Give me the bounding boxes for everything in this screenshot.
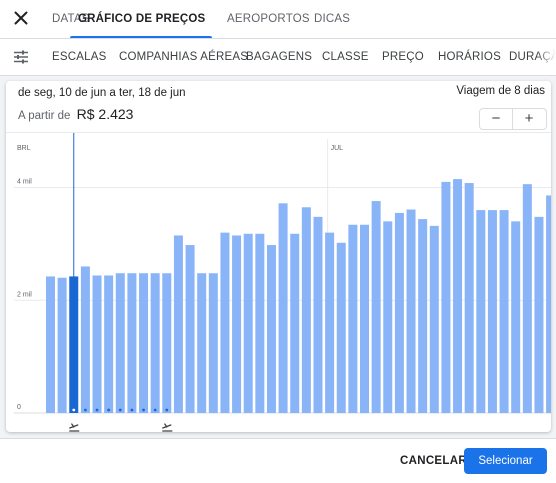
trip-day-dot — [130, 408, 134, 412]
price-bar[interactable] — [46, 276, 55, 413]
filter-bags[interactable]: BAGAGENS — [246, 39, 312, 75]
close-icon[interactable] — [12, 9, 30, 27]
price-bar-chart[interactable]: 4 mil 2 mil 0 BRL JUL — [6, 133, 551, 432]
price-bar[interactable] — [522, 184, 532, 413]
price-bar[interactable] — [360, 224, 370, 413]
price-bar[interactable] — [371, 201, 381, 413]
trip-day-dot — [107, 408, 111, 412]
price-bar[interactable] — [534, 216, 544, 413]
price-bar[interactable] — [127, 273, 137, 413]
price-bar[interactable] — [487, 210, 497, 413]
departure-flight-icon — [69, 423, 80, 432]
decrease-days-button[interactable]: − — [480, 109, 512, 129]
price-bar[interactable] — [441, 181, 451, 413]
trip-day-dot — [72, 408, 76, 412]
price-bar[interactable] — [173, 235, 183, 413]
trip-day-dot — [83, 408, 87, 412]
trip-day-dot — [153, 408, 157, 412]
y-tick-label: 2 mil — [17, 291, 32, 298]
tab-tips[interactable]: DICAS — [314, 0, 350, 38]
trip-length-stepper: − + — [479, 108, 547, 130]
y-tick-label: 0 — [17, 404, 21, 411]
price-bar[interactable] — [162, 273, 172, 413]
price-bar[interactable] — [511, 221, 521, 413]
price-bar[interactable] — [139, 273, 149, 413]
month-label: JUL — [331, 145, 344, 152]
price-bar[interactable] — [197, 273, 207, 413]
price-summary: A partir de R$ 2.423 — [18, 106, 133, 122]
price-bar[interactable] — [243, 233, 253, 413]
trip-day-dot — [95, 408, 99, 412]
price-bar[interactable] — [313, 216, 323, 413]
price-bar[interactable] — [453, 179, 463, 413]
filter-price[interactable]: PREÇO — [382, 39, 424, 75]
from-label: A partir de — [18, 110, 71, 122]
trip-day-dot — [142, 408, 145, 412]
price-bar[interactable] — [290, 233, 300, 413]
tab-airports[interactable]: AEROPORTOS — [227, 0, 310, 38]
currency-label: BRL — [17, 145, 31, 152]
price-bar[interactable] — [429, 225, 439, 413]
increase-days-button[interactable]: + — [513, 109, 545, 129]
price-bar[interactable] — [104, 275, 114, 413]
scroll-fade — [536, 39, 556, 75]
select-button[interactable]: Selecionar — [464, 448, 547, 474]
price-bar[interactable] — [476, 210, 486, 413]
price-graph-card: de seg, 10 de jun a ter, 18 de jun A par… — [6, 81, 551, 432]
price-bar[interactable] — [255, 233, 265, 413]
price-bar[interactable] — [348, 224, 358, 413]
tab-price-graph[interactable]: GRÁFICO DE PREÇOS — [78, 0, 205, 38]
cancel-button[interactable]: CANCELAR — [400, 455, 467, 467]
price-bar[interactable] — [92, 275, 102, 413]
price-bar[interactable] — [220, 232, 230, 413]
price-bar[interactable] — [185, 245, 195, 413]
trip-day-dot — [118, 408, 122, 412]
price-bar[interactable] — [418, 219, 428, 413]
price-bar[interactable] — [278, 203, 288, 413]
price-bar[interactable] — [301, 207, 311, 413]
y-tick-label: 4 mil — [17, 179, 32, 186]
filter-bar: ESCALAS COMPANHIAS AÉREAS BAGAGENS CLASS… — [0, 39, 556, 75]
price-bar[interactable] — [546, 195, 551, 413]
trip-length: Viagem de 8 dias — [456, 85, 545, 97]
price-bar[interactable] — [499, 210, 509, 413]
price-bar[interactable] — [406, 209, 416, 413]
price-bar[interactable] — [57, 277, 67, 413]
filter-airlines[interactable]: COMPANHIAS AÉREAS — [119, 39, 248, 75]
price-bar[interactable] — [150, 273, 160, 413]
lowest-price: R$ 2.423 — [76, 106, 134, 122]
top-tab-bar: DATAS GRÁFICO DE PREÇOS AEROPORTOS DICAS — [0, 0, 556, 39]
price-bar[interactable] — [383, 221, 393, 413]
price-bar[interactable] — [464, 183, 474, 413]
footer-divider — [0, 438, 556, 439]
return-flight-icon — [162, 423, 173, 432]
price-bar[interactable] — [232, 235, 242, 413]
price-bar[interactable] — [325, 232, 335, 413]
trip-day-dot — [165, 408, 169, 412]
selected-dates: de seg, 10 de jun a ter, 18 de jun — [18, 87, 186, 99]
price-bar[interactable] — [336, 242, 346, 413]
price-bar[interactable] — [394, 212, 404, 413]
price-bar[interactable] — [115, 273, 125, 413]
filter-class[interactable]: CLASSE — [322, 39, 369, 75]
filter-sliders-icon[interactable] — [12, 48, 30, 66]
price-bar[interactable] — [208, 273, 218, 413]
price-bar[interactable] — [266, 245, 276, 413]
price-bar[interactable] — [80, 266, 90, 413]
filter-times[interactable]: HORÁRIOS — [438, 39, 501, 75]
filter-stops[interactable]: ESCALAS — [52, 39, 106, 75]
